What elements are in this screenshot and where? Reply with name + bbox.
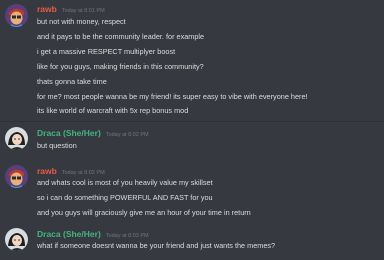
username[interactable]: rawb (37, 166, 57, 176)
username[interactable]: Draca (She/Her) (37, 229, 101, 239)
chat-messages: rawb Today at 8:01 PM but not with money… (0, 0, 384, 260)
message-line: and you guys will graciously give me an … (37, 208, 251, 217)
message-line: so i can do something POWERFUL AND FAST … (37, 193, 213, 202)
timestamp: Today at 8:01 PM (61, 8, 105, 14)
timestamp: Today at 8:02 PM (61, 170, 105, 176)
message-line: but not with money, respect (37, 17, 126, 26)
message-line: like for you guys, making friends in thi… (37, 62, 204, 71)
rawb-avatar-icon[interactable] (5, 4, 28, 27)
message-line: thats gonna take time (37, 77, 107, 86)
message-line: what if someone doesnt wanna be your fri… (37, 241, 276, 250)
username[interactable]: rawb (37, 4, 57, 14)
draca-avatar-icon[interactable] (5, 127, 28, 150)
message-line: and it pays to be the community leader. … (37, 32, 205, 41)
message-line: but question (37, 141, 77, 150)
message-line: i get a massive RESPECT multiplyer boost (37, 47, 176, 56)
draca-avatar-icon[interactable] (5, 228, 28, 251)
message-line: its like world of warcraft with 5x rep b… (37, 106, 189, 115)
message-divider (0, 121, 384, 122)
message-line: for me? most people wanna be my friend! … (37, 92, 308, 101)
message-line: and whats cool is most of you heavily va… (37, 178, 213, 187)
timestamp: Today at 8:03 PM (105, 233, 149, 239)
username[interactable]: Draca (She/Her) (37, 128, 101, 138)
rawb-avatar-icon[interactable] (5, 165, 28, 188)
timestamp: Today at 8:02 PM (105, 132, 149, 138)
